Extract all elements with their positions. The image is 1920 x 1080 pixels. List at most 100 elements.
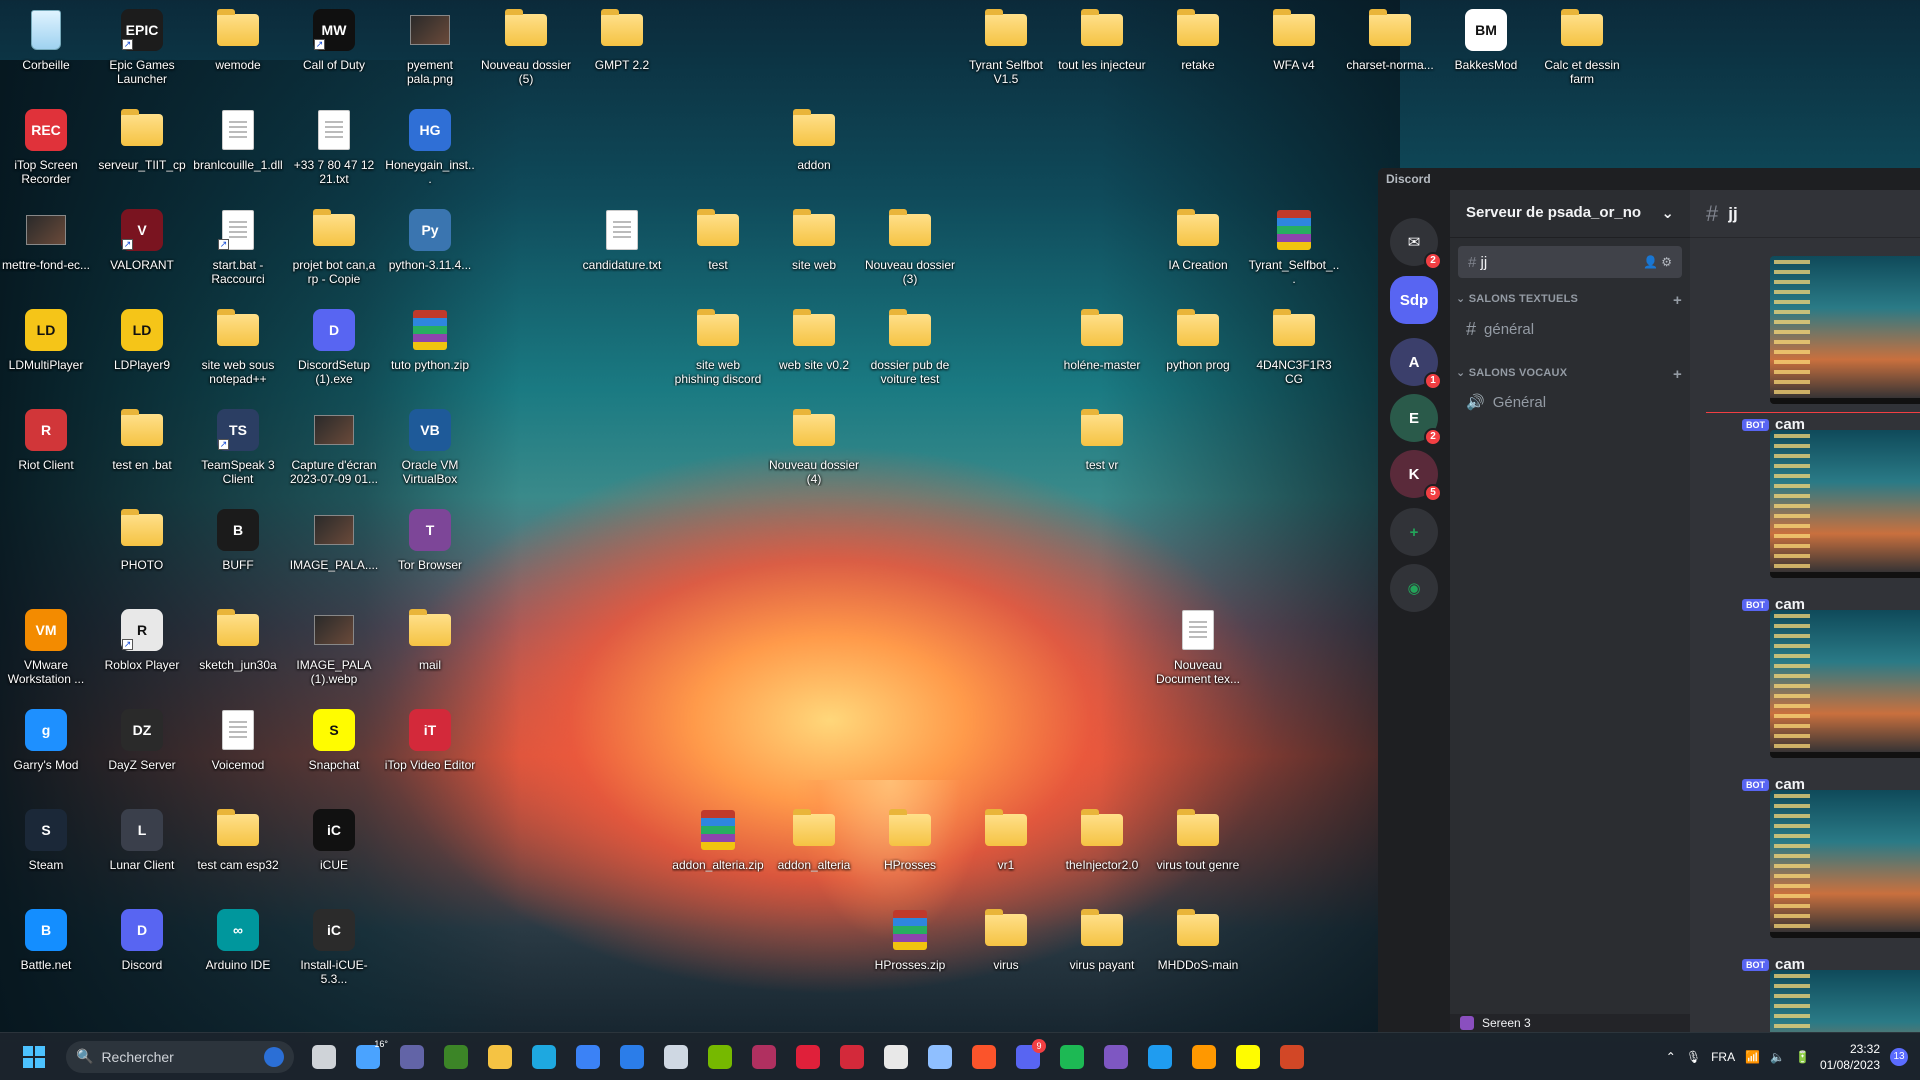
taskbar-search[interactable]: 🔍 Rechercher: [66, 1040, 294, 1073]
opera-icon[interactable]: [788, 1037, 828, 1077]
desktop-icon[interactable]: theInjector2.0: [1056, 808, 1148, 872]
desktop-icon[interactable]: g Garry's Mod: [0, 708, 92, 772]
desktop-icon[interactable]: D Discord: [96, 908, 188, 972]
desktop-icon[interactable]: virus: [960, 908, 1052, 972]
server-icon[interactable]: A1: [1390, 338, 1442, 390]
desktop-icon[interactable]: retake: [1152, 8, 1244, 72]
desktop-icon[interactable]: iC Install-iCUE-5.3...: [288, 908, 380, 986]
desktop-icon[interactable]: test en .bat: [96, 408, 188, 472]
vscode-icon[interactable]: [1140, 1037, 1180, 1077]
server-icon[interactable]: ✉ 2: [1390, 218, 1442, 270]
desktop-icon[interactable]: REC iTop Screen Recorder: [0, 108, 92, 186]
desktop-icon[interactable]: Nouveau dossier (5): [480, 8, 572, 86]
desktop-icon[interactable]: HProsses: [864, 808, 956, 872]
gear-icon[interactable]: ⚙: [1661, 255, 1672, 269]
desktop-icon[interactable]: WFA v4: [1248, 8, 1340, 72]
brave-icon[interactable]: [964, 1037, 1004, 1077]
desktop-icon[interactable]: T Tor Browser: [384, 508, 476, 572]
mail-icon[interactable]: [612, 1037, 652, 1077]
desktop-icon[interactable]: python prog: [1152, 308, 1244, 372]
screenshot-attachment[interactable]: [1770, 790, 1920, 938]
microphone-icon[interactable]: 🎙: [1686, 1050, 1701, 1064]
desktop-icon[interactable]: Nouveau Document tex...: [1152, 608, 1244, 686]
desktop-icon[interactable]: EPIC ↗ Epic Games Launcher: [96, 8, 188, 86]
desktop-icon[interactable]: VM VMware Workstation ...: [0, 608, 92, 686]
desktop-icon[interactable]: virus payant: [1056, 908, 1148, 972]
desktop-icon[interactable]: HProsses.zip: [864, 908, 956, 972]
plus-icon[interactable]: +: [1673, 292, 1682, 309]
desktop-icon[interactable]: web site v0.2: [768, 308, 860, 372]
channel-general-voice[interactable]: 🔊 Général: [1458, 387, 1682, 417]
desktop-icon[interactable]: 4D4NC3F1R3 CG: [1248, 308, 1340, 386]
wifi-icon[interactable]: 📶: [1745, 1050, 1760, 1064]
volume-icon[interactable]: 🔈: [1770, 1050, 1785, 1064]
desktop-icon[interactable]: test cam esp32: [192, 808, 284, 872]
desktop-icon[interactable]: Voicemod: [192, 708, 284, 772]
desktop-icon[interactable]: holéne-master: [1056, 308, 1148, 372]
visual-studio-icon[interactable]: [1096, 1037, 1136, 1077]
powerpoint-icon[interactable]: [1272, 1037, 1312, 1077]
discord-icon[interactable]: 9: [1008, 1037, 1048, 1077]
desktop-icon[interactable]: site web phishing discord: [672, 308, 764, 386]
add-member-icon[interactable]: 👤: [1643, 255, 1658, 269]
screenshot-attachment[interactable]: [1770, 970, 1920, 1032]
task-view-icon[interactable]: [304, 1037, 344, 1077]
desktop-icon[interactable]: dossier pub de voiture test: [864, 308, 956, 386]
screenshot-attachment[interactable]: [1770, 256, 1920, 404]
channel-search[interactable]: # jj 👤 ⚙: [1458, 246, 1682, 278]
start-button[interactable]: [14, 1037, 54, 1077]
desktop-icon[interactable]: addon_alteria.zip: [672, 808, 764, 872]
edge-icon[interactable]: [524, 1037, 564, 1077]
desktop-icon[interactable]: Calc et dessin farm: [1536, 8, 1628, 86]
clock[interactable]: 23:32 01/08/2023: [1820, 1041, 1880, 1073]
desktop-icon[interactable]: projet bot can,a rp - Copie: [288, 208, 380, 286]
desktop-icon[interactable]: site web sous notepad++: [192, 308, 284, 386]
plus-icon[interactable]: +: [1673, 366, 1682, 383]
snipping-icon[interactable]: [920, 1037, 960, 1077]
desktop-icon[interactable]: L Lunar Client: [96, 808, 188, 872]
desktop-icon[interactable]: IMAGE_PALA....: [288, 508, 380, 572]
language-indicator[interactable]: FRA: [1711, 1050, 1735, 1064]
desktop-icon[interactable]: PHOTO: [96, 508, 188, 572]
desktop-icon[interactable]: Nouveau dossier (4): [768, 408, 860, 486]
desktop-icon[interactable]: IA Creation: [1152, 208, 1244, 272]
desktop-icon[interactable]: vr1: [960, 808, 1052, 872]
desktop-icon[interactable]: iT iTop Video Editor: [384, 708, 476, 772]
desktop-icon[interactable]: DZ DayZ Server: [96, 708, 188, 772]
desktop-icon[interactable]: HG Honeygain_inst...: [384, 108, 476, 186]
sublime-icon[interactable]: [1184, 1037, 1224, 1077]
desktop-icon[interactable]: IMAGE_PALA (1).webp: [288, 608, 380, 686]
teams-icon[interactable]: [392, 1037, 432, 1077]
desktop-icon[interactable]: test: [672, 208, 764, 272]
desktop-icon[interactable]: mettre-fond-ec...: [0, 208, 92, 272]
desktop-icon[interactable]: GMPT 2.2: [576, 8, 668, 72]
desktop-icon[interactable]: mail: [384, 608, 476, 672]
desktop-icon[interactable]: S Steam: [0, 808, 92, 872]
desktop-icon[interactable]: candidature.txt: [576, 208, 668, 272]
category-voice[interactable]: ⌄ SALONS VOCAUX +: [1456, 366, 1682, 383]
snapchat-icon[interactable]: [1228, 1037, 1268, 1077]
roblox-icon[interactable]: [876, 1037, 916, 1077]
screenshot-attachment[interactable]: [1770, 610, 1920, 758]
desktop-icon[interactable]: D DiscordSetup (1).exe: [288, 308, 380, 386]
desktop-icon[interactable]: MHDDoS-main: [1152, 908, 1244, 972]
server-header[interactable]: Serveur de psada_or_no ⌄: [1450, 190, 1690, 238]
desktop-icon[interactable]: B BUFF: [192, 508, 284, 572]
desktop-icon[interactable]: virus tout genre: [1152, 808, 1244, 872]
server-icon[interactable]: K5: [1390, 450, 1442, 502]
desktop-icon[interactable]: site web: [768, 208, 860, 272]
desktop-icon[interactable]: R ↗ Roblox Player: [96, 608, 188, 672]
screenshot-attachment[interactable]: [1770, 430, 1920, 578]
explorer-icon[interactable]: [480, 1037, 520, 1077]
desktop-icon[interactable]: S Snapchat: [288, 708, 380, 772]
desktop-icon[interactable]: tout les injecteur: [1056, 8, 1148, 72]
chevron-up-icon[interactable]: ⌃: [1666, 1050, 1676, 1064]
user-panel[interactable]: Sereen 3: [1450, 1014, 1690, 1032]
desktop-icon[interactable]: charset-norma...: [1344, 8, 1436, 72]
desktop-icon[interactable]: pyement pala.png: [384, 8, 476, 86]
desktop-icon[interactable]: VB Oracle VM VirtualBox: [384, 408, 476, 486]
nvidia-icon[interactable]: [700, 1037, 740, 1077]
desktop-icon[interactable]: addon: [768, 108, 860, 172]
desktop-icon[interactable]: ↗ start.bat - Raccourci: [192, 208, 284, 286]
winrar-icon[interactable]: [744, 1037, 784, 1077]
